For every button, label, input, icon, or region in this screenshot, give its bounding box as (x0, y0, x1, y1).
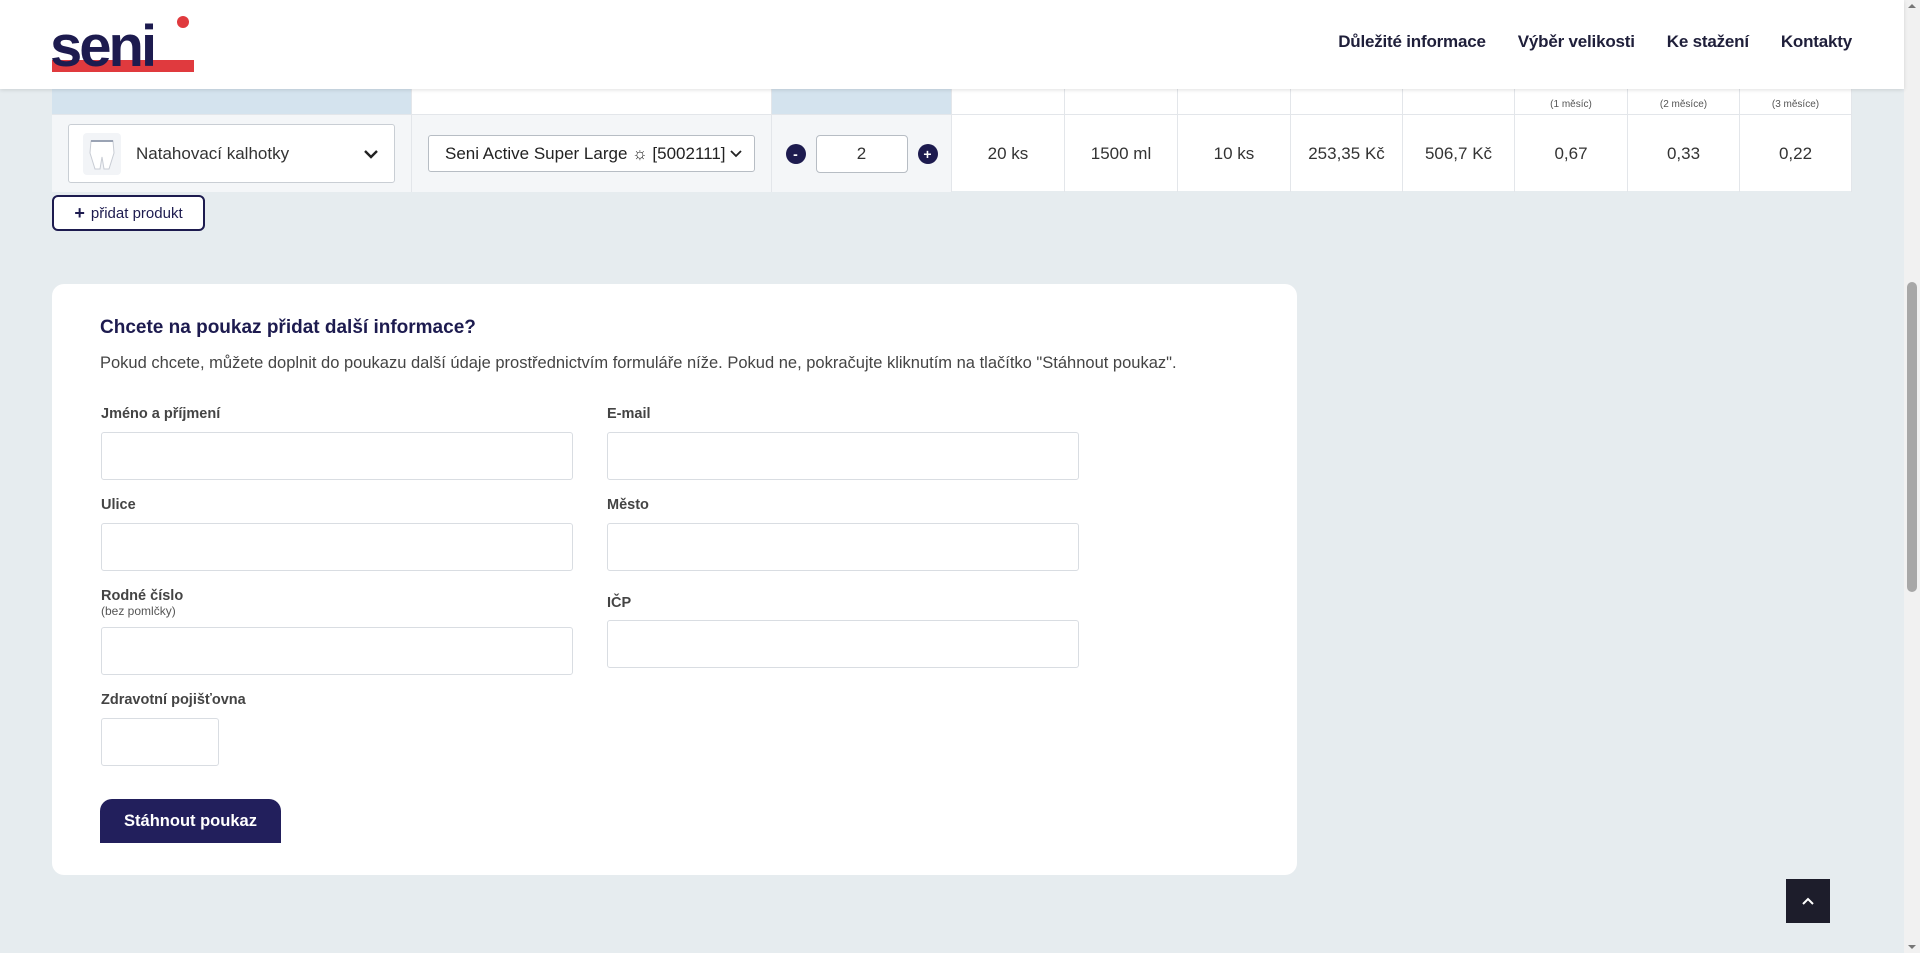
city-label: Město (607, 497, 649, 513)
city-input[interactable] (607, 523, 1079, 571)
name-field-group: Jméno a příjmení (101, 406, 573, 480)
chevron-down-icon (364, 150, 378, 159)
header-sub-3-months: (3 měsíce) (1771, 99, 1820, 110)
table-header-cell: (1 měsíc) (1515, 89, 1628, 114)
chevron-down-icon (728, 146, 744, 162)
street-field-group: Ulice (101, 497, 573, 571)
table-cell: 506,7 Kč (1403, 115, 1515, 192)
table-header-cell (1065, 89, 1178, 114)
birth-number-hint: (bez pomlčky) (101, 604, 176, 618)
add-product-label: přidat produkt (90, 204, 183, 222)
table-cell: 1500 ml (1065, 115, 1178, 192)
table-header-cell (952, 89, 1065, 114)
product-type-cell: Natahovací kalhotky (52, 115, 412, 192)
header-sub-1-month: (1 měsíc) (1550, 99, 1592, 110)
plus-icon: + (74, 202, 85, 223)
add-product-button[interactable]: + přidat produkt (52, 195, 205, 231)
insurance-field-group: Zdravotní pojišťovna (101, 692, 246, 766)
city-field-group: Město (607, 497, 1079, 571)
birth-number-label: Rodné číslo (101, 588, 184, 604)
table-cell: 0,33 (1628, 115, 1740, 192)
nav-contacts[interactable]: Kontakty (1781, 32, 1852, 52)
table-cell: 0,22 (1740, 115, 1852, 192)
nav-downloads[interactable]: Ke stažení (1667, 32, 1749, 52)
product-type-select[interactable]: Natahovací kalhotky (68, 124, 395, 183)
email-field-group: E-mail (607, 406, 1079, 480)
pants-product-image (83, 132, 121, 175)
variant-select-value: Seni Active Super Large ☼ [5002111] (445, 143, 726, 163)
additional-info-form: Chcete na poukaz přidat další informace?… (52, 284, 1297, 875)
product-type-label: Natahovací kalhotky (136, 143, 290, 163)
table-header-row: (1 měsíc) (2 měsíce) (3 měsíce) (52, 89, 1852, 114)
main-nav: Důležité informace Výběr velikosti Ke st… (1338, 32, 1852, 52)
icp-field-group: IČP (607, 595, 1079, 668)
site-header: seni Důležité informace Výběr velikosti … (0, 0, 1904, 89)
insurance-label: Zdravotní pojišťovna (101, 692, 246, 708)
scroll-up-arrow-icon[interactable] (1908, 2, 1916, 10)
table-header-cell (52, 89, 412, 114)
name-input[interactable] (101, 432, 573, 480)
table-header-cell: (2 měsíce) (1628, 89, 1740, 114)
table-cell: 10 ks (1178, 115, 1291, 192)
quantity-stepper: - 2 + (785, 134, 938, 173)
nav-important-info[interactable]: Důležité informace (1338, 32, 1486, 52)
email-label: E-mail (607, 406, 651, 422)
insurance-input[interactable] (101, 718, 219, 766)
quantity-decrease-button[interactable]: - (785, 143, 806, 164)
scroll-down-arrow-icon[interactable] (1908, 943, 1916, 951)
table-header-cell (1291, 89, 1403, 114)
download-voucher-button[interactable]: Stáhnout poukaz (100, 799, 281, 843)
chevron-up-icon (1802, 897, 1814, 905)
table-cell: 253,35 Kč (1291, 115, 1403, 192)
header-sub-2-months: (2 měsíce) (1659, 99, 1708, 110)
variant-cell: Seni Active Super Large ☼ [5002111] (412, 115, 772, 192)
birth-number-input[interactable] (101, 627, 573, 675)
table-header-cell (1403, 89, 1515, 114)
table-header-cell (412, 89, 772, 114)
table-header-cell (772, 89, 952, 114)
table-row: Natahovací kalhotky Seni Active Super La… (52, 114, 1852, 192)
email-input[interactable] (607, 432, 1079, 480)
icp-label: IČP (607, 595, 632, 611)
form-title: Chcete na poukaz přidat další informace? (100, 317, 476, 338)
birth-number-field-group: Rodné číslo (bez pomlčky) (101, 588, 573, 675)
table-header-cell (1178, 89, 1291, 114)
quantity-input[interactable]: 2 (815, 134, 908, 173)
page-scrollbar[interactable] (1904, 0, 1920, 953)
product-table: (1 měsíc) (2 měsíce) (3 měsíce) Natahova… (52, 89, 1852, 192)
form-intro: Pokud chcete, můžete doplnit do poukazu … (100, 354, 1177, 372)
variant-select[interactable]: Seni Active Super Large ☼ [5002111] (428, 135, 755, 172)
street-label: Ulice (101, 497, 136, 513)
icp-input[interactable] (607, 620, 1079, 668)
quantity-cell: - 2 + (772, 115, 952, 192)
scroll-to-top-button[interactable] (1786, 879, 1830, 923)
seni-logo[interactable]: seni (50, 14, 200, 76)
table-header-cell: (3 měsíce) (1740, 89, 1852, 114)
table-cell: 20 ks (952, 115, 1065, 192)
street-input[interactable] (101, 523, 573, 571)
scrollbar-thumb[interactable] (1907, 282, 1917, 592)
table-cell: 0,67 (1515, 115, 1628, 192)
name-label: Jméno a příjmení (101, 406, 221, 422)
quantity-increase-button[interactable]: + (917, 143, 938, 164)
svg-text:seni: seni (50, 14, 154, 76)
nav-size-selection[interactable]: Výběr velikosti (1518, 32, 1635, 52)
